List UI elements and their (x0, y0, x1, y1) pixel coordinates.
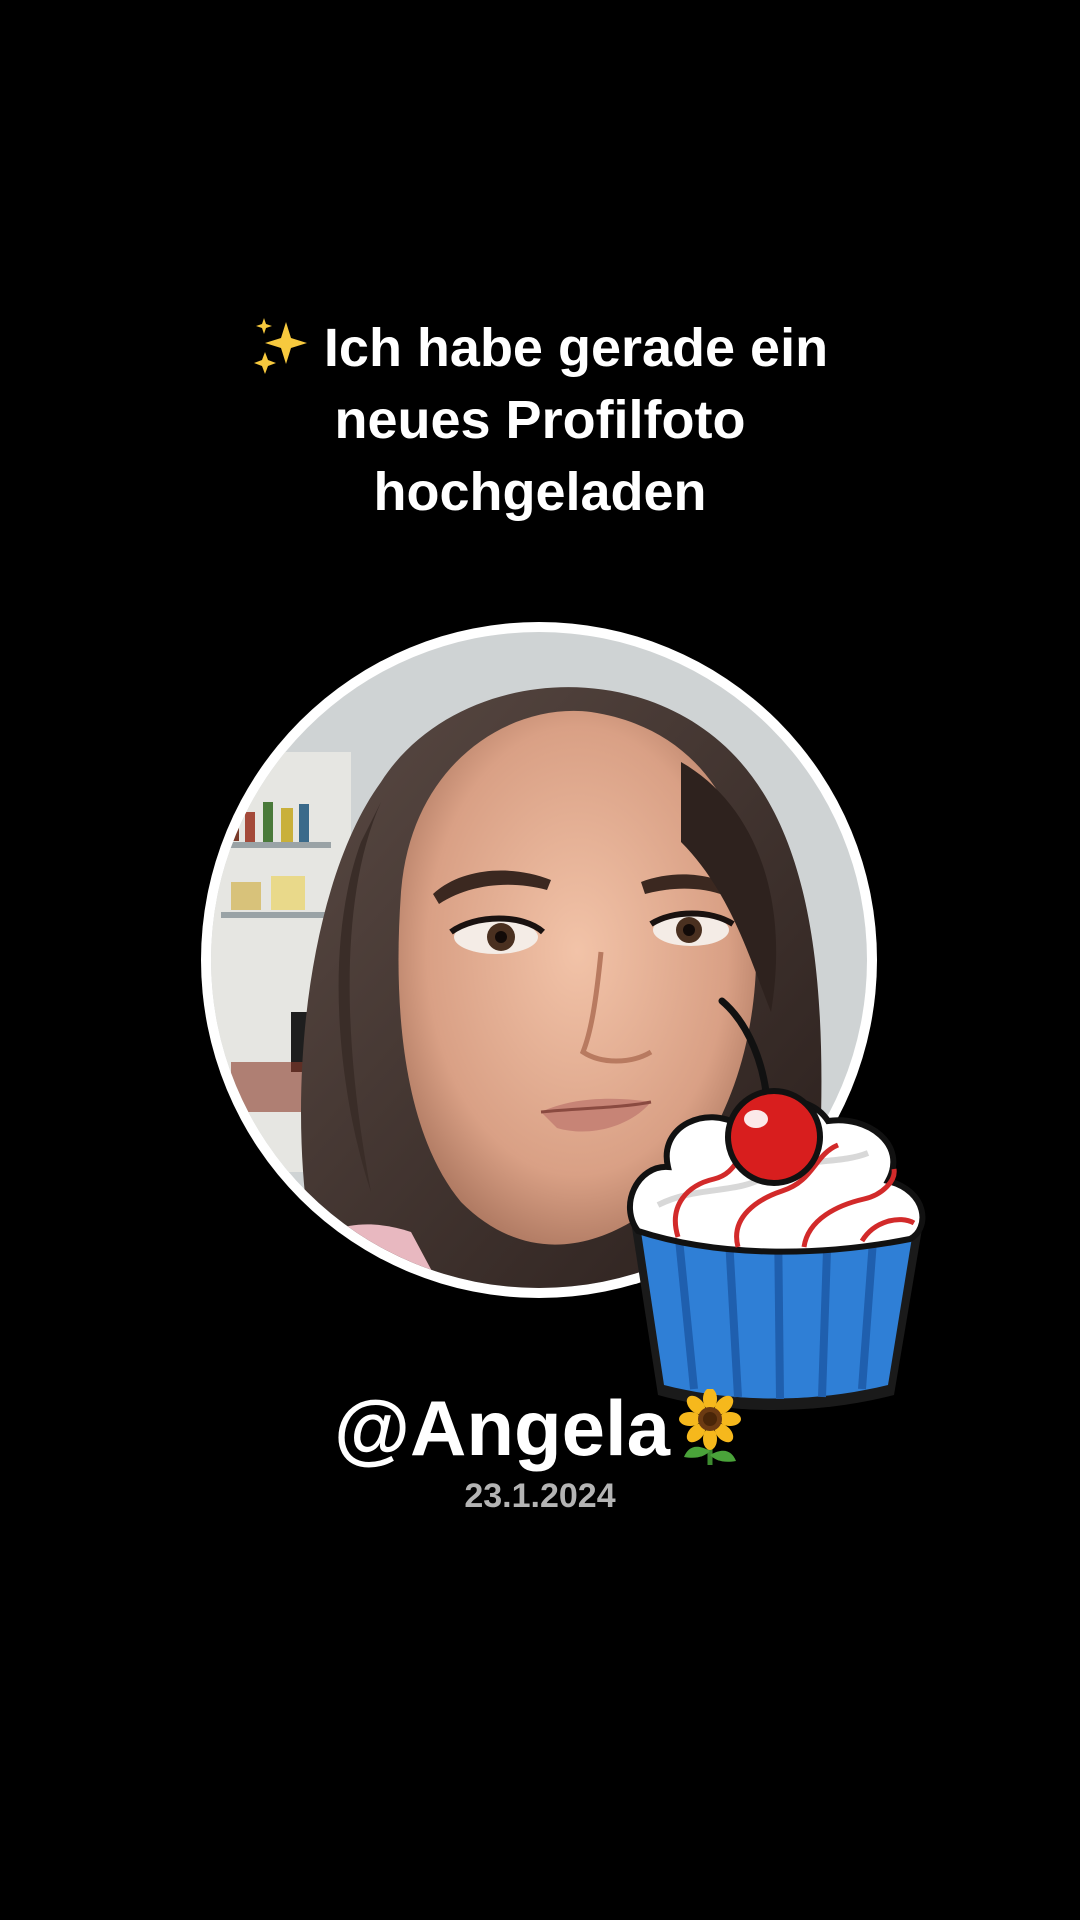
sparkles-icon (253, 318, 307, 374)
headline-line-2: neues Profilfoto (334, 390, 746, 450)
headline-line-1: Ich habe gerade ein (140, 312, 940, 384)
username[interactable]: @Angela (140, 1380, 940, 1476)
sunflower-icon (679, 1389, 742, 1465)
cupcake-cherry-icon (626, 997, 926, 1410)
username-text: @Angela (333, 1384, 671, 1472)
headline-line-1-text: Ich habe gerade ein (323, 318, 829, 378)
post-date: 23.1.2024 (464, 1477, 616, 1515)
headline-line-3: hochgeladen (373, 462, 707, 522)
headline: Ich habe gerade ein neues Profilfoto hoc… (140, 312, 940, 528)
profile-photo-announcement: Ich habe gerade ein neues Profilfoto hoc… (0, 0, 1080, 1920)
